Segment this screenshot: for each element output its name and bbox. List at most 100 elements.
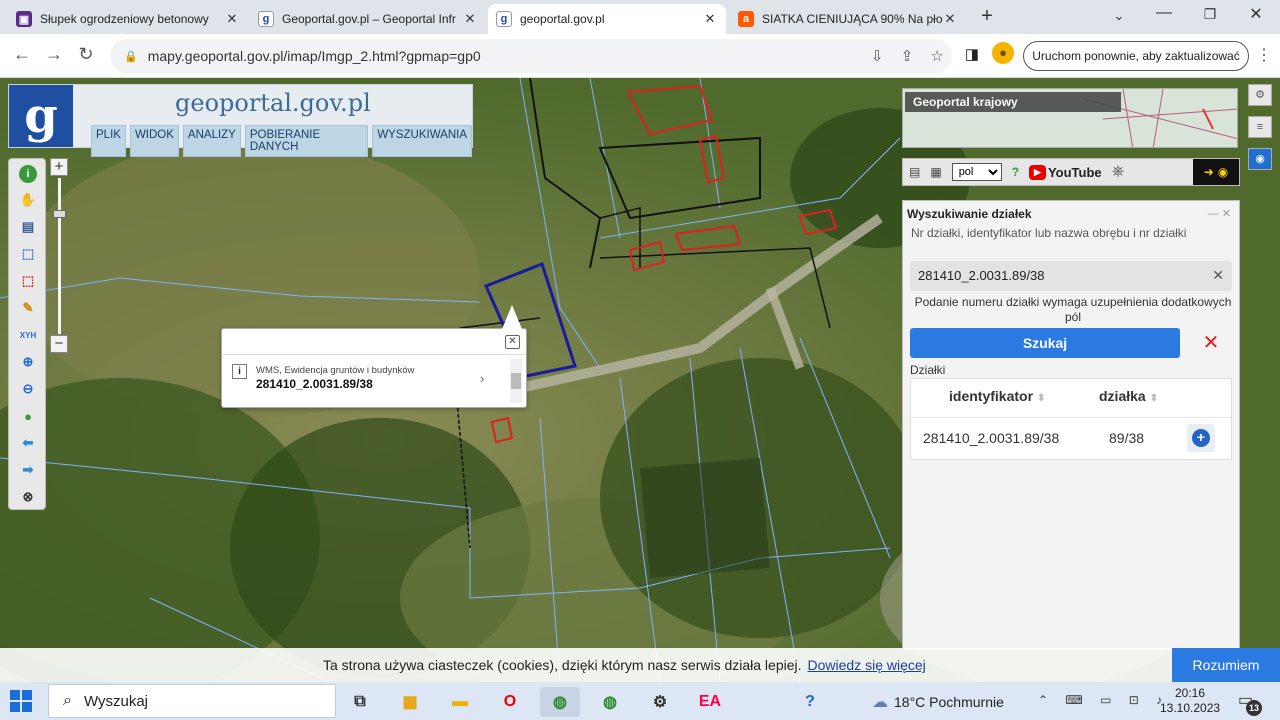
cookie-message: Ta strona używa ciasteczek (cookies), dz… [323, 657, 802, 673]
tab-geoportal-active[interactable]: g geoportal.gov.pl ✕ [488, 4, 726, 34]
lock-icon[interactable]: 🔒 [124, 50, 138, 63]
zoom-slider[interactable]: + − [50, 158, 68, 354]
menu-wyszukiwania[interactable]: WYSZUKIWANIA [372, 125, 472, 157]
clear-icon[interactable]: ⊗ [19, 488, 37, 506]
opera-icon[interactable]: O [490, 687, 530, 717]
settings-icon[interactable]: ⚙ [640, 687, 680, 717]
tab-siatka[interactable]: a SIATKA CIENIUJĄCA 90% Na płot ✕ [730, 4, 966, 34]
column-header-dzialka[interactable]: działka ⬍ [1099, 388, 1158, 404]
language-select[interactable]: pol [951, 163, 1002, 181]
forward-icon[interactable]: → [42, 44, 66, 65]
map-toolbar: i ✋ ▤ ⬚ ⬚ ✎ XYH ⊕ ⊖ ● ⬅ ➡ ⊗ [8, 158, 46, 510]
new-tab-button[interactable]: + [975, 5, 999, 28]
parcel-search-input[interactable]: 281410_2.0031.89/38 ✕ [910, 261, 1232, 291]
select-red-icon[interactable]: ⬚ [19, 272, 37, 290]
share-icon[interactable]: ⇪ [892, 47, 922, 65]
geoportal-logo[interactable]: g [9, 85, 73, 147]
menu-pobieranie[interactable]: POBIERANIE DANYCH [244, 125, 369, 157]
chevron-right-icon[interactable]: › [480, 371, 484, 386]
ea-app-icon[interactable]: EA [690, 687, 730, 717]
overview-minimap[interactable]: Geoportal krajowy [902, 88, 1238, 148]
popup-scrollbar[interactable] [510, 359, 522, 403]
restore-button[interactable]: ❐ [1198, 6, 1222, 23]
column-header-identyfikator[interactable]: identyfikator ⬍ [949, 388, 1045, 404]
document-icon[interactable]: ▤ [909, 165, 920, 179]
pan-hand-icon[interactable]: ✋ [19, 191, 37, 209]
add-parcel-button[interactable]: + [1187, 424, 1215, 452]
cookie-learn-more-link[interactable]: Dowiedz się więcej [808, 657, 926, 673]
zoom-minus-button[interactable]: − [50, 335, 68, 353]
scrollbar-thumb[interactable] [511, 373, 521, 389]
visibility-eye-icon[interactable]: ◉ [1248, 148, 1272, 170]
layers-icon[interactable]: ≡ [1248, 116, 1272, 138]
tab-geoportal-infra[interactable]: g Geoportal.gov.pl – Geoportal Infr ✕ [250, 4, 486, 34]
popup-layer-name: WMS, Ewidencja gruntów i budynków [256, 365, 415, 376]
zoom-out-icon[interactable]: ⊖ [19, 380, 37, 398]
menu-widok[interactable]: WIDOK [129, 125, 179, 157]
wms-icon[interactable]: ▦ [930, 165, 941, 179]
weather-widget[interactable]: ☁ 18°C Pochmurnie [872, 692, 1004, 712]
zoom-plus-button[interactable]: + [50, 158, 68, 176]
help-icon[interactable]: ? [790, 687, 830, 717]
weather-text: 18°C Pochmurnie [894, 694, 1004, 710]
tab-search-icon[interactable]: ⌄ [1107, 8, 1131, 24]
zoom-in-icon[interactable]: ⊕ [19, 353, 37, 371]
globe-icon[interactable]: ● [19, 407, 37, 425]
close-icon[interactable]: ✕ [702, 11, 718, 27]
url-field[interactable]: 🔒 mapy.geoportal.gov.pl/imap/Imgp_2.html… [110, 39, 952, 73]
close-icon[interactable]: ✕ [224, 11, 240, 27]
sort-icon[interactable]: ⬍ [1150, 393, 1158, 404]
system-tray[interactable]: ⌃ ⌨ ▭ ⊡ ♪ [1038, 693, 1169, 707]
youtube-link[interactable]: ▶ YouTube [1029, 164, 1102, 180]
contrast-toggle[interactable]: ➜ ◉ [1193, 159, 1239, 185]
sort-icon[interactable]: ⬍ [1037, 393, 1045, 404]
help-icon[interactable]: ? [1012, 165, 1019, 179]
notification-count: 13 [1246, 700, 1262, 716]
zoom-track[interactable] [58, 178, 61, 334]
popup-close-button[interactable]: ✕ [505, 335, 520, 349]
clear-input-icon[interactable]: ✕ [1212, 267, 1224, 284]
minimize-button[interactable]: — [1152, 4, 1176, 22]
menu-analizy[interactable]: ANALIZY [182, 125, 241, 157]
menu-kebab-icon[interactable]: ⋮ [1252, 45, 1276, 65]
chrome-profile-icon[interactable]: ◍ [590, 687, 630, 717]
notification-icon[interactable]: ▭ 13 [1238, 690, 1262, 716]
draw-pencil-icon[interactable]: ✎ [19, 299, 37, 317]
accessibility-icon[interactable]: ⎈ [1112, 163, 1125, 181]
file-explorer-icon[interactable]: ▬ [440, 687, 480, 717]
legend-icon[interactable]: ▤ [19, 218, 37, 236]
menu-plik[interactable]: PLIK [91, 125, 126, 157]
chrome-icon[interactable]: ◍ [540, 687, 580, 717]
xyz-coordinates-icon[interactable]: XYH [19, 326, 37, 344]
side-panel-icon[interactable]: ◨ [960, 45, 984, 63]
profile-avatar[interactable]: ● [992, 42, 1014, 64]
previous-view-icon[interactable]: ⬅ [19, 434, 37, 452]
taskbar-search-input[interactable]: ⌕ Wyszukaj [48, 684, 336, 718]
tab-slupek[interactable]: ▣ Słupek ogrodzeniowy betonowy ✕ [8, 4, 248, 34]
taskbar-search-text: Wyszukaj [83, 692, 149, 710]
cell-identyfikator: 281410_2.0031.89/38 [923, 430, 1060, 446]
back-icon[interactable]: ← [10, 44, 34, 65]
install-icon[interactable]: ⇩ [862, 47, 892, 65]
select-area-icon[interactable]: ⬚ [19, 245, 37, 263]
cookie-accept-button[interactable]: Rozumiem [1172, 648, 1280, 682]
restart-update-button[interactable]: Uruchom ponownie, aby zaktualizować [1023, 41, 1249, 71]
window-close-button[interactable]: ✕ [1244, 4, 1268, 24]
clock[interactable]: 20:16 13.10.2023 [1160, 686, 1220, 716]
close-icon[interactable]: ✕ [942, 11, 958, 27]
info-icon[interactable]: i [19, 165, 37, 183]
panel-window-controls[interactable]: — ✕ [1208, 207, 1231, 220]
windows-start-icon[interactable] [10, 690, 32, 712]
store-icon[interactable]: ▦ [390, 687, 430, 717]
close-icon[interactable]: ✕ [462, 11, 478, 27]
search-button[interactable]: Szukaj [910, 328, 1180, 358]
search-icon: ⌕ [63, 692, 72, 709]
reload-icon[interactable]: ↻ [74, 44, 98, 65]
geoportal-header: g geoportal.gov.pl PLIK WIDOK ANALIZY PO… [8, 84, 473, 157]
next-view-icon[interactable]: ➡ [19, 461, 37, 479]
bookmark-star-icon[interactable]: ☆ [922, 47, 952, 65]
zoom-knob[interactable] [53, 210, 66, 218]
settings-icon[interactable]: ⚙ [1248, 84, 1272, 106]
cancel-search-button[interactable]: ✕ [1197, 329, 1225, 357]
task-view-icon[interactable]: ⧉ [340, 687, 380, 717]
